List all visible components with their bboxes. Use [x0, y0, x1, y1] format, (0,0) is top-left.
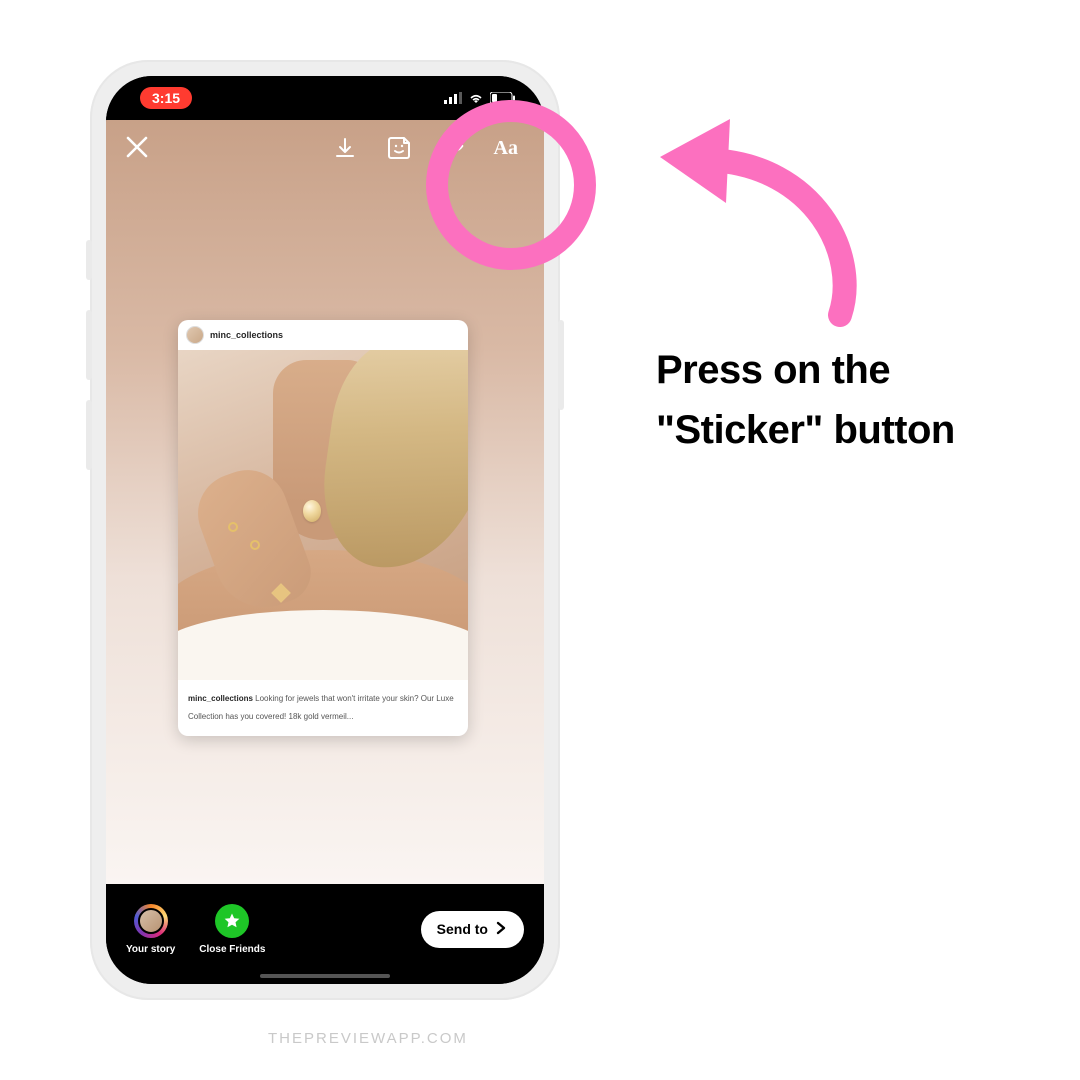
shared-post-card[interactable]: minc_collections minc_collections Lookin… — [178, 320, 468, 736]
story-bottom-bar: Your story Close Friends Send to — [106, 884, 544, 984]
post-image — [178, 350, 468, 680]
sticker-icon[interactable] — [386, 135, 412, 161]
phone-side-button — [86, 310, 92, 380]
phone-side-button — [86, 240, 92, 280]
send-to-button[interactable]: Send to — [421, 911, 524, 948]
story-canvas[interactable]: Aa minc_collections — [106, 120, 544, 884]
avatar — [186, 326, 204, 344]
post-header: minc_collections — [178, 320, 468, 350]
instruction-text: Press on the "Sticker" button — [656, 340, 1036, 460]
wifi-icon — [468, 92, 484, 104]
editor-toolbar: Aa — [106, 134, 544, 162]
caption-username: minc_collections — [188, 694, 253, 703]
draw-icon[interactable] — [440, 135, 466, 161]
close-friends-label: Close Friends — [199, 944, 265, 955]
download-icon[interactable] — [332, 135, 358, 161]
phone-mockup: 3:15 — [90, 60, 560, 1000]
phone-screen: 3:15 — [106, 76, 544, 984]
send-to-label: Send to — [437, 921, 488, 937]
close-friends-button[interactable]: Close Friends — [199, 904, 265, 955]
battery-icon — [490, 92, 516, 104]
your-story-avatar-icon — [134, 904, 168, 938]
post-username: minc_collections — [210, 330, 283, 340]
phone-power-button — [558, 320, 564, 410]
close-friends-star-icon — [215, 904, 249, 938]
phone-side-button — [86, 400, 92, 470]
status-time-recording: 3:15 — [140, 87, 192, 109]
home-indicator — [260, 974, 390, 978]
your-story-label: Your story — [126, 944, 175, 955]
chevron-right-icon — [494, 921, 508, 938]
post-caption: minc_collections Looking for jewels that… — [178, 680, 468, 736]
watermark: THEPREVIEWAPP.COM — [268, 1030, 468, 1047]
annotation-arrow-icon — [640, 105, 890, 335]
close-button[interactable] — [124, 134, 152, 162]
your-story-button[interactable]: Your story — [126, 904, 175, 955]
text-tool-button[interactable]: Aa — [494, 137, 518, 160]
signal-icon — [444, 92, 462, 104]
phone-notch — [225, 76, 425, 104]
